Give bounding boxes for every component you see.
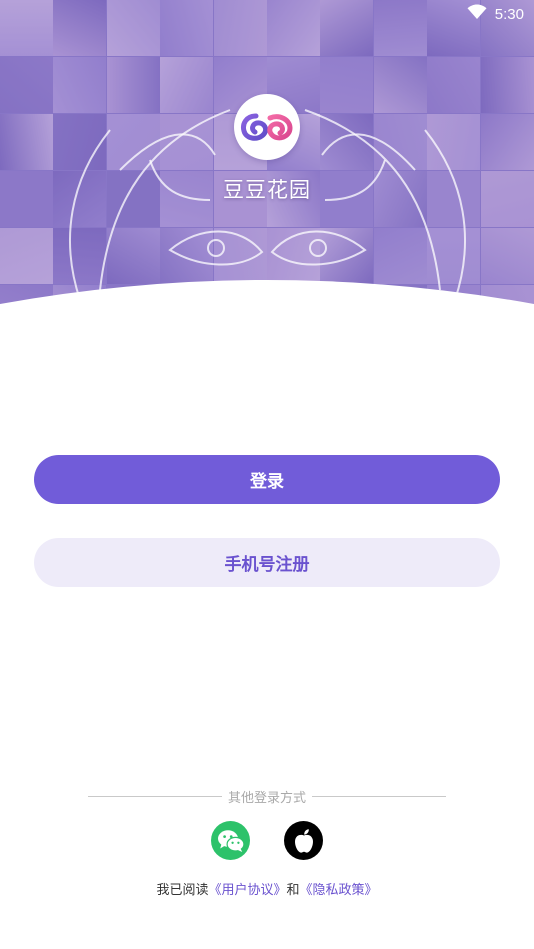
apple-icon: [294, 828, 313, 853]
login-button-label: 登录: [250, 472, 284, 492]
other-login-divider: 其他登录方式: [88, 786, 447, 806]
app-name: 豆豆花园: [223, 178, 311, 202]
phone-register-button-label: 手机号注册: [224, 555, 310, 575]
wechat-icon: [217, 829, 244, 852]
status-time: 5:30: [494, 5, 524, 23]
privacy-policy-link[interactable]: 《隐私政策》: [300, 883, 378, 898]
phone-register-button[interactable]: 手机号注册: [34, 538, 500, 587]
login-button[interactable]: 登录: [34, 455, 500, 504]
login-screen: 5:30 豆豆花园 登录 手机号注册 其他登录方式 我已阅读《用户协议》和《隐私…: [0, 0, 534, 949]
agreement-text: 我已阅读《用户协议》和《隐私政策》: [0, 879, 534, 898]
agreement-prefix: 我已阅读: [156, 883, 209, 898]
wechat-login-button[interactable]: [211, 821, 250, 860]
divider-line-left: [88, 795, 222, 797]
hero-curve: [0, 280, 534, 340]
divider-line-right: [312, 795, 447, 797]
apple-login-button[interactable]: [284, 821, 323, 860]
agreement-conjunction: 和: [286, 883, 300, 898]
wifi-icon: [467, 4, 487, 24]
user-agreement-link[interactable]: 《用户协议》: [208, 883, 286, 898]
status-bar: 5:30: [467, 0, 534, 28]
app-logo-icon: [234, 94, 300, 160]
other-login-label: 其他登录方式: [228, 790, 307, 806]
